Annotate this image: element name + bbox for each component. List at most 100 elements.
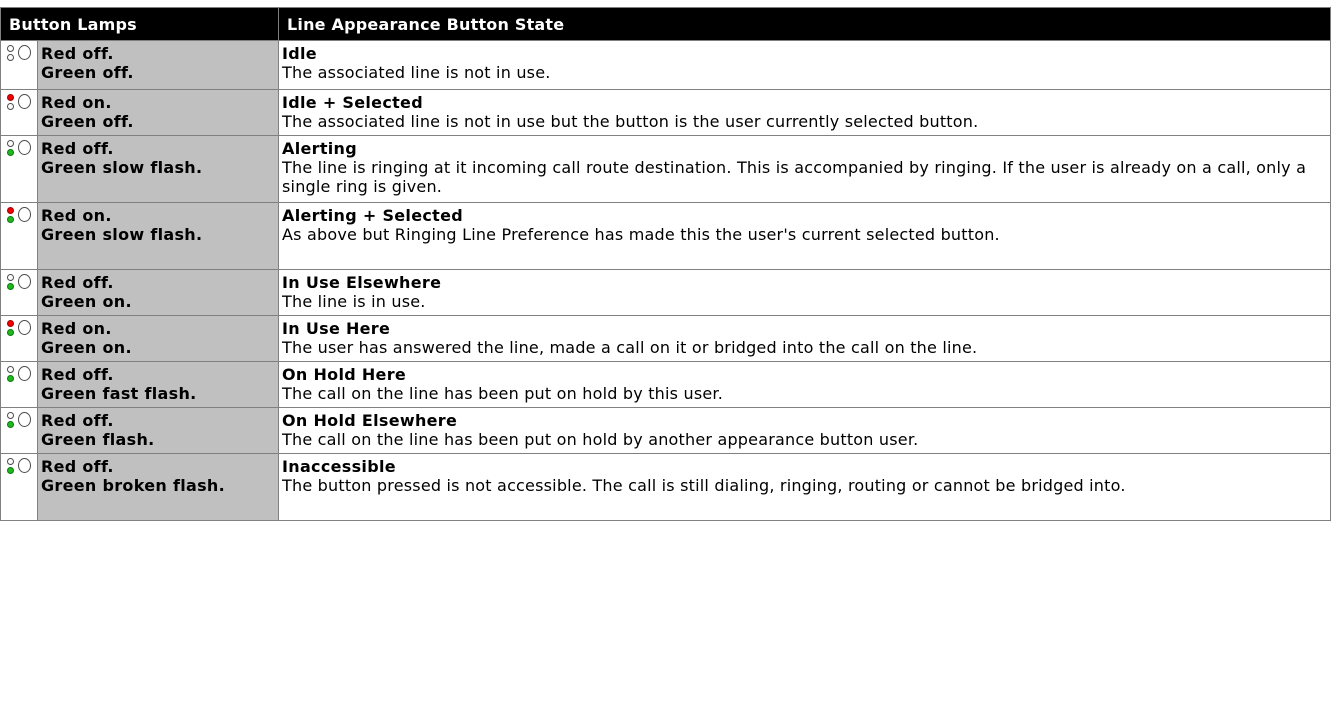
table-row: Red off. Green on. In Use Elsewhere The lin… bbox=[0, 269, 1332, 316]
lamp-cell bbox=[0, 89, 41, 136]
red-lamp-on-icon bbox=[7, 320, 14, 327]
green-lamp-on-icon bbox=[7, 375, 14, 382]
button-state-title: Idle bbox=[282, 44, 317, 63]
header-line-appearance-state: Line Appearance Button State bbox=[278, 7, 1332, 41]
red-lamp-state: Red off. bbox=[41, 139, 114, 158]
button-state-description: The associated line is not in use. bbox=[282, 63, 551, 82]
button-state-cell: In Use Elsewhere The line is in use. bbox=[278, 269, 1332, 316]
button-state-description: The line is in use. bbox=[282, 292, 426, 311]
green-lamp-state: Green slow flash. bbox=[41, 225, 203, 244]
green-lamp-on-icon bbox=[7, 283, 14, 290]
button-state-cell: Idle The associated line is not in use. bbox=[278, 40, 1332, 90]
phone-button-icon bbox=[18, 207, 31, 222]
lamp-state-cell: Red off. Green fast flash. bbox=[36, 361, 280, 408]
lamp-cell bbox=[0, 453, 41, 521]
green-lamp-on-icon bbox=[7, 149, 14, 156]
phone-button-icon bbox=[18, 274, 31, 289]
table-row: Red off. Green fast flash. On Hold Here The… bbox=[0, 361, 1332, 408]
red-lamp-state: Red off. bbox=[41, 44, 114, 63]
phone-button-icon bbox=[18, 412, 31, 427]
button-state-title: Alerting bbox=[282, 139, 358, 158]
lamp-cell bbox=[0, 135, 41, 203]
button-state-description: The line is ringing at it incoming call … bbox=[282, 158, 1307, 196]
lamp-state-cell: Red on. Green slow flash. bbox=[36, 202, 280, 270]
button-state-cell: Inaccessible The button pressed is not ac… bbox=[278, 453, 1332, 521]
red-lamp-state: Red off. bbox=[41, 411, 114, 430]
button-lamp-table-wrapper: Button Lamps Line Appearance Button Stat… bbox=[0, 7, 1332, 521]
button-lamp-icon bbox=[5, 93, 41, 117]
green-lamp-on-icon bbox=[7, 216, 14, 223]
green-lamp-off-icon bbox=[7, 103, 14, 110]
phone-button-icon bbox=[18, 366, 31, 381]
phone-button-icon bbox=[18, 94, 31, 109]
table-row: Red off. Green broken flash. Inaccessible T… bbox=[0, 453, 1332, 521]
red-lamp-off-icon bbox=[7, 45, 14, 52]
table-row: Red on. Green on. In Use Here The user has … bbox=[0, 315, 1332, 362]
green-lamp-state: Green off. bbox=[41, 112, 134, 131]
button-state-cell: Alerting The line is ringing at it incomi… bbox=[278, 135, 1332, 203]
button-state-description: The call on the line has been put on hol… bbox=[282, 384, 723, 403]
button-state-description: The associated line is not in use but th… bbox=[282, 112, 979, 131]
button-lamp-icon bbox=[5, 206, 41, 230]
button-lamp-icon bbox=[5, 457, 41, 481]
button-state-title: Idle + Selected bbox=[282, 93, 423, 112]
green-lamp-state: Green off. bbox=[41, 63, 134, 82]
button-state-cell: Idle + Selected The associated line is no… bbox=[278, 89, 1332, 136]
red-lamp-state: Red on. bbox=[41, 93, 112, 112]
button-lamp-icon bbox=[5, 139, 41, 163]
green-lamp-on-icon bbox=[7, 329, 14, 336]
green-lamp-state: Green on. bbox=[41, 292, 132, 311]
table-row: Red on. Green off. Idle + Selected The asso… bbox=[0, 89, 1332, 136]
button-state-title: In Use Elsewhere bbox=[282, 273, 442, 292]
lamp-cell bbox=[0, 361, 38, 408]
lamp-state-cell: Red off. Green flash. bbox=[36, 407, 280, 454]
lamp-state-cell: Red off. Green on. bbox=[36, 269, 280, 316]
button-lamp-table: Button Lamps Line Appearance Button Stat… bbox=[0, 7, 1332, 521]
red-lamp-on-icon bbox=[7, 94, 14, 101]
red-lamp-off-icon bbox=[7, 140, 14, 147]
red-lamp-off-icon bbox=[7, 274, 14, 281]
button-state-description: The button pressed is not accessible. Th… bbox=[282, 476, 1126, 495]
green-lamp-state: Green on. bbox=[41, 338, 132, 357]
lamp-state-cell: Red off. Green broken flash. bbox=[36, 453, 280, 521]
green-lamp-on-icon bbox=[7, 467, 14, 474]
button-state-description: As above but Ringing Line Preference has… bbox=[282, 225, 1000, 244]
button-state-title: On Hold Here bbox=[282, 365, 407, 384]
header-button-lamps: Button Lamps bbox=[0, 7, 280, 41]
phone-button-icon bbox=[18, 458, 31, 473]
red-lamp-off-icon bbox=[7, 412, 14, 419]
red-lamp-off-icon bbox=[7, 458, 14, 465]
lamp-cell bbox=[0, 40, 41, 90]
button-lamp-icon bbox=[5, 44, 41, 68]
table-header-row: Button Lamps Line Appearance Button Stat… bbox=[0, 7, 1332, 41]
red-lamp-state: Red off. bbox=[41, 365, 114, 384]
button-state-description: The call on the line has been put on hol… bbox=[282, 430, 919, 449]
lamp-state-cell: Red on. Green off. bbox=[36, 89, 280, 136]
phone-button-icon bbox=[18, 140, 31, 155]
red-lamp-state: Red off. bbox=[41, 457, 114, 476]
button-state-cell: Alerting + Selected As above but Ringing … bbox=[278, 202, 1332, 270]
phone-button-icon bbox=[18, 45, 31, 60]
table-row: Red on. Green slow flash. Alerting + Selec… bbox=[0, 202, 1332, 270]
red-lamp-state: Red off. bbox=[41, 273, 114, 292]
lamp-cell bbox=[0, 315, 38, 362]
lamp-cell bbox=[0, 269, 38, 316]
button-state-description: The user has answered the line, made a c… bbox=[282, 338, 978, 357]
button-state-cell: On Hold Elsewhere The call on the line ha… bbox=[278, 407, 1332, 454]
lamp-cell bbox=[0, 407, 41, 454]
red-lamp-state: Red on. bbox=[41, 206, 112, 225]
lamp-state-cell: Red off. Green off. bbox=[36, 40, 280, 90]
button-lamp-icon bbox=[5, 411, 41, 435]
green-lamp-state: Green broken flash. bbox=[41, 476, 225, 495]
lamp-state-cell: Red off. Green slow flash. bbox=[36, 135, 280, 203]
table-row: Red off. Green flash. On Hold Elsewhere The… bbox=[0, 407, 1332, 454]
button-state-title: Inaccessible bbox=[282, 457, 396, 476]
table-row: Red off. Green slow flash. Alerting The lin… bbox=[0, 135, 1332, 203]
green-lamp-on-icon bbox=[7, 421, 14, 428]
red-lamp-state: Red on. bbox=[41, 319, 112, 338]
table-row: Red off. Green off. Idle The associated lin… bbox=[0, 40, 1332, 90]
button-state-title: Alerting + Selected bbox=[282, 206, 463, 225]
green-lamp-state: Green fast flash. bbox=[41, 384, 197, 403]
button-state-cell: In Use Here The user has answered the lin… bbox=[278, 315, 1332, 362]
red-lamp-on-icon bbox=[7, 207, 14, 214]
